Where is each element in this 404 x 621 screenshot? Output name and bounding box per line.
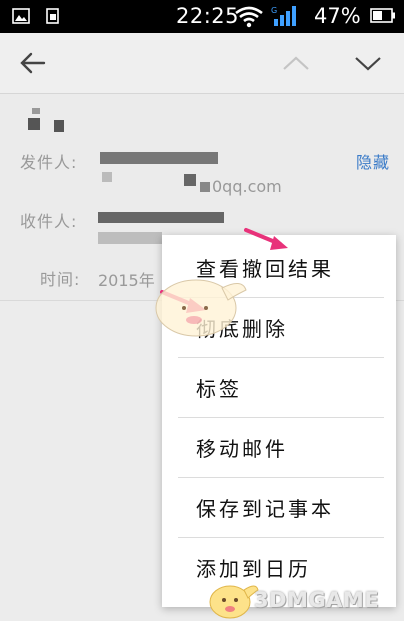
menu-item-label: 移动邮件 xyxy=(196,436,288,461)
signal-icon: G xyxy=(271,6,296,26)
status-bar: 22:25 G 47% xyxy=(0,0,404,33)
svg-text:G: G xyxy=(271,6,277,15)
next-mail-button[interactable] xyxy=(348,43,388,83)
redacted-sender xyxy=(102,172,112,182)
to-label: 收件人: xyxy=(20,212,78,231)
watermark-mascot-icon xyxy=(209,585,259,619)
watermark-text: 3DMGAME xyxy=(254,588,380,612)
menu-item-label: 标签 xyxy=(196,376,242,401)
redacted-sender xyxy=(184,174,196,186)
clock: 22:25 xyxy=(176,4,240,28)
menu-item-save-to-notes[interactable]: 保存到记事本 xyxy=(178,477,384,537)
back-arrow-icon xyxy=(20,52,46,74)
redacted-subject xyxy=(28,118,40,130)
time-value: 2015年 xyxy=(98,271,155,290)
time-label: 时间: xyxy=(40,270,81,289)
gallery-icon xyxy=(12,8,30,24)
menu-item-tags[interactable]: 标签 xyxy=(178,357,384,417)
menu-item-label: 保存到记事本 xyxy=(196,496,334,521)
battery-icon xyxy=(370,8,395,23)
chevron-up-icon xyxy=(283,56,309,70)
back-button[interactable] xyxy=(12,43,52,83)
sender-address: 0qq.com xyxy=(212,177,282,196)
redacted-recipient xyxy=(98,212,224,223)
notification-icon xyxy=(46,8,59,24)
from-label: 发件人: xyxy=(20,153,78,172)
action-bar xyxy=(0,33,404,93)
menu-item-move-mail[interactable]: 移动邮件 xyxy=(178,417,384,477)
redacted-sender xyxy=(200,182,210,192)
annotation-arrow-icon xyxy=(244,228,288,250)
wifi-icon xyxy=(235,6,263,28)
previous-mail-button[interactable] xyxy=(276,43,316,83)
redacted-subject xyxy=(32,108,40,114)
mascot-icon xyxy=(155,279,247,337)
hide-details-link[interactable]: 隐藏 xyxy=(356,149,390,173)
redacted-recipient xyxy=(98,232,162,244)
redacted-subject xyxy=(54,120,64,132)
redacted-sender xyxy=(100,152,218,164)
chevron-down-icon xyxy=(355,57,381,71)
battery-percent: 47% xyxy=(314,4,361,28)
